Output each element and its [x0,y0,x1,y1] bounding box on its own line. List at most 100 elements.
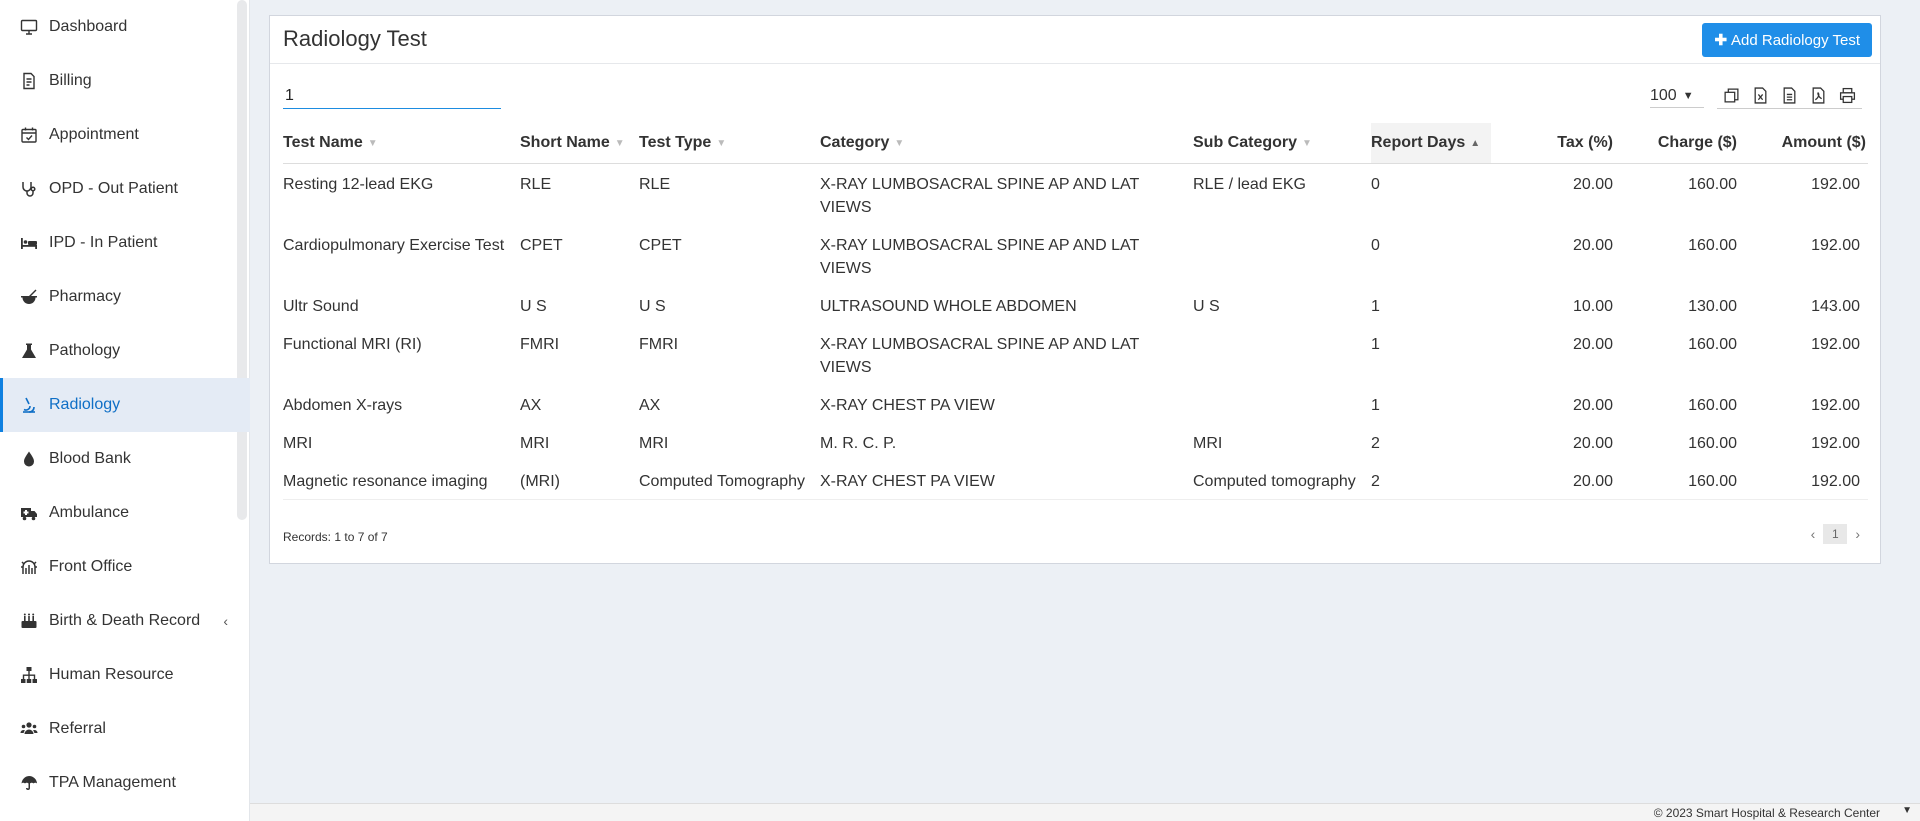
sidebar-item-birth-death-record[interactable]: Birth & Death Record ‹ [0,594,250,648]
sidebar-item-label: Ambulance [49,504,130,521]
page-title: Radiology Test [283,26,427,51]
cell-amount: 192.00 [1811,434,1860,452]
page-number[interactable]: 1 [1823,524,1848,544]
table-row[interactable]: Ultr Sound U S U S ULTRASOUND WHOLE ABDOMEN… [283,286,1868,324]
cell-test-name: Resting 12-lead EKG [283,175,434,193]
sidebar-item-pathology[interactable]: Pathology [0,324,250,378]
sidebar-item-label: TPA Management [49,774,176,791]
radiology-test-table: Test Name ▼ Short Name ▼ Test Type ▼ Catego… [283,123,1868,500]
cell-tax: 20.00 [1572,236,1613,254]
cell-tax: 20.00 [1572,175,1613,193]
sidebar-item-blood-bank[interactable]: Blood Bank [0,432,250,486]
cell-amount: 192.00 [1811,236,1860,254]
cell-charge: 160.00 [1688,396,1737,414]
table-row[interactable]: Magnetic resonance imaging (MRI) Computed … [283,460,1868,500]
column-header-test-name[interactable]: Test Name ▼ [283,123,520,164]
sidebar-item-referral[interactable]: Referral [0,702,250,756]
sidebar-item-radiology[interactable]: Radiology [0,378,250,432]
page-size-select[interactable]: 100 ▼ [1650,84,1704,108]
sidebar-item-pharmacy[interactable]: Pharmacy [0,270,250,324]
cell-amount: 192.00 [1745,460,1868,500]
sidebar-item-label: Human Resource [49,666,174,683]
cell-test-name: MRI [283,434,313,452]
sidebar-item-label: Appointment [49,126,139,143]
chevron-right-icon[interactable]: › [1855,526,1860,542]
table-row[interactable]: Functional MRI (RI) FMRI FMRI X-RAY LUMBOSA… [283,324,1868,385]
cell-short-name: CPET [520,236,563,254]
sidebar-item-label: Dashboard [49,18,128,35]
column-header-sub-category[interactable]: Sub Category ▼ [1193,123,1371,164]
copy-icon[interactable] [1717,82,1746,108]
cell-charge: 160.00 [1688,434,1737,452]
cell-short-name: MRI [520,434,550,452]
cell-charge: 130.00 [1688,297,1737,315]
cell-category: X-RAY LUMBOSACRAL SPINE AP AND LAT VIEWS [820,236,1139,277]
table-row[interactable]: Abdomen X-rays AX AX X-RAY CHEST PA VIEW 1 20… [283,385,1868,423]
cell-test-name: Abdomen X-rays [283,396,403,414]
cell-tax: 10.00 [1572,297,1613,315]
column-header-test-type[interactable]: Test Type ▼ [639,123,820,164]
chevron-down-icon[interactable]: ▼ [1902,805,1912,816]
sidebar-item-label: Birth & Death Record [49,612,201,629]
cell-amount: 192.00 [1811,396,1860,414]
column-header-short-name[interactable]: Short Name ▼ [520,123,639,164]
sidebar-item-dashboard[interactable]: Dashboard [0,0,250,54]
umbrella-icon [18,772,40,794]
column-header-report-days[interactable]: Report Days ▲ [1371,123,1491,164]
users-icon [18,718,40,740]
print-icon[interactable] [1833,82,1862,108]
sitemap-icon [18,664,40,686]
sidebar: Dashboard Billing Appointment OPD - Out Pat… [0,0,250,821]
cell-short-name: FMRI [520,335,560,353]
birthday-cake-icon [18,610,40,632]
cell-report-days: 1 [1371,297,1380,315]
sidebar-item-label: Pathology [49,342,121,359]
cell-test-name: Magnetic resonance imaging [283,460,520,500]
sidebar-item-appointment[interactable]: Appointment [0,108,250,162]
sidebar-item-human-resource[interactable]: Human Resource [0,648,250,702]
pdf-icon[interactable] [1804,82,1833,108]
sidebar-item-label: Radiology [49,396,121,413]
table-row[interactable]: MRI MRI MRI M. R. C. P. MRI 2 20.00 160.00 192.0… [283,423,1868,461]
sort-icon: ▼ [894,137,905,149]
chevron-left-icon[interactable]: ‹ [1811,526,1816,542]
cell-test-type: MRI [639,434,669,452]
sort-icon: ▼ [1302,137,1312,149]
dungeon-icon [18,556,40,578]
column-header-amount[interactable]: Amount ($) [1745,123,1868,164]
cell-sub-category [1193,385,1371,423]
sidebar-item-ambulance[interactable]: Ambulance [0,486,250,540]
sidebar-item-label: Billing [49,72,92,89]
page-size-value: 100 [1650,86,1677,104]
column-header-tax[interactable]: Tax (%) [1491,123,1621,164]
cell-category: ULTRASOUND WHOLE ABDOMEN [820,297,1077,315]
sidebar-item-billing[interactable]: Billing [0,54,250,108]
excel-icon[interactable] [1746,82,1775,108]
table-row[interactable]: Resting 12-lead EKG RLE RLE X-RAY LUMBOSACR… [283,163,1868,225]
copyright-text: © 2023 Smart Hospital & Research Center [1653,806,1880,820]
chevron-left-icon: ‹ [223,613,228,629]
sort-icon: ▼ [614,137,625,149]
search-input[interactable] [283,83,501,109]
table-row[interactable]: Cardiopulmonary Exercise Test CPET CPET X-R… [283,225,1868,286]
cell-sub-category: U S [1193,297,1220,315]
column-header-charge[interactable]: Charge ($) [1621,123,1745,164]
cell-test-name: Cardiopulmonary Exercise Test [283,236,505,254]
sort-icon: ▼ [367,137,378,149]
sidebar-item-ipd-in-patient[interactable]: IPD - In Patient [0,216,250,270]
sort-asc-icon: ▲ [1470,137,1481,149]
column-header-category[interactable]: Category ▼ [820,123,1193,164]
page-scrollbar[interactable] [1898,0,1920,803]
sidebar-item-opd-out-patient[interactable]: OPD - Out Patient [0,162,250,216]
cell-test-type: FMRI [639,335,679,353]
sidebar-item-front-office[interactable]: Front Office [0,540,250,594]
add-radiology-test-button[interactable]: ✚ Add Radiology Test [1702,23,1872,57]
ambulance-icon [18,502,40,524]
cell-sub-category: RLE / lead EKG [1193,175,1306,193]
export-toolbar [1717,82,1862,109]
sidebar-item-tpa-management[interactable]: TPA Management [0,756,250,810]
add-button-label: Add Radiology Test [1731,31,1860,49]
cell-charge: 160.00 [1688,236,1737,254]
csv-icon[interactable] [1775,82,1804,108]
cell-test-type: AX [639,396,661,414]
